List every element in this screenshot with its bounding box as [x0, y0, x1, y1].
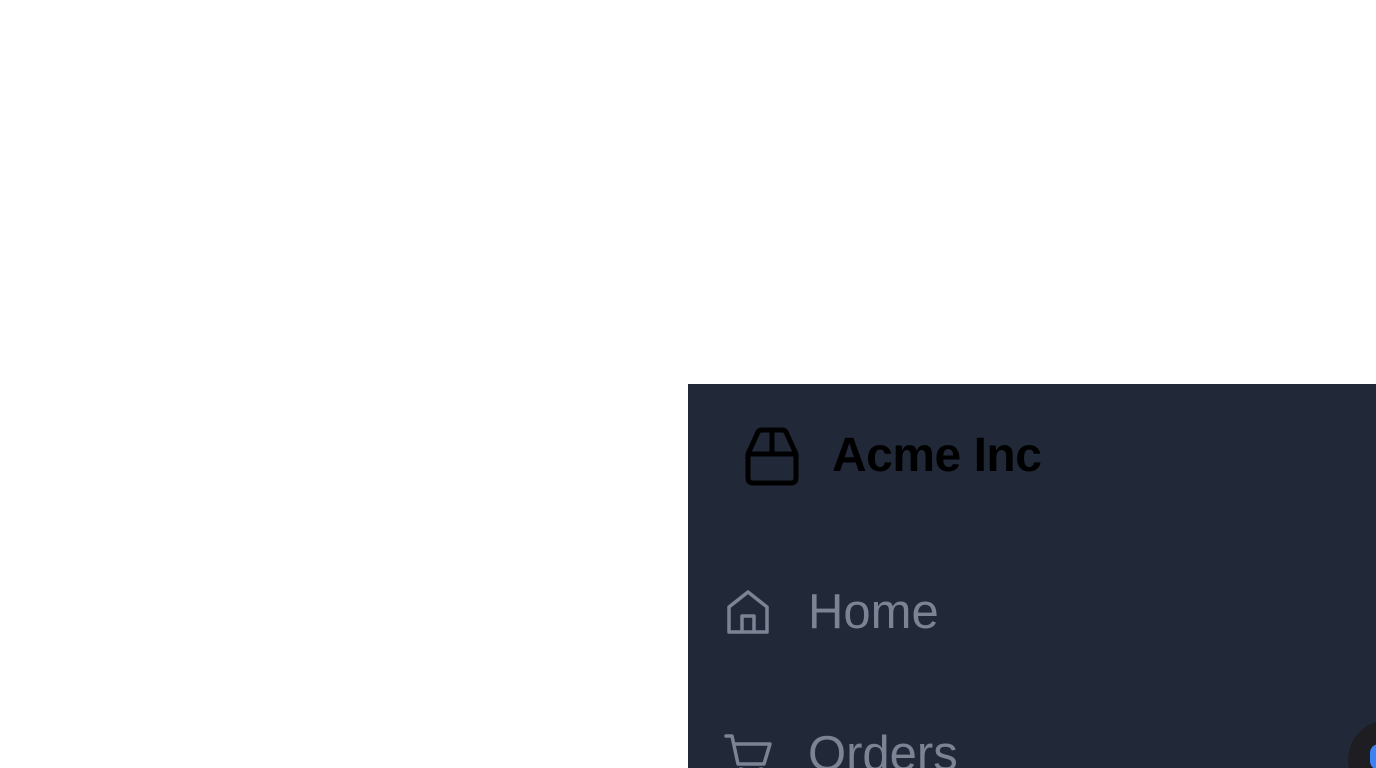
- brand-link[interactable]: Acme Inc: [740, 424, 1042, 488]
- indicator-icon: [1370, 744, 1376, 768]
- sidebar-item-label: Home: [808, 585, 939, 639]
- floating-action-button[interactable]: [1348, 720, 1376, 768]
- package-icon: [745, 427, 799, 486]
- page: Acme Inc Home Orders: [0, 0, 1376, 768]
- brand-name: Acme Inc: [832, 429, 1042, 482]
- sidebar-item-home[interactable]: Home: [724, 580, 939, 644]
- home-icon: [727, 590, 769, 634]
- sidebar-item-label: Orders: [808, 727, 958, 768]
- sidebar-item-orders[interactable]: Orders: [724, 722, 958, 768]
- sidebar: Acme Inc Home Orders: [688, 384, 1376, 768]
- shopping-cart-icon: [724, 734, 772, 768]
